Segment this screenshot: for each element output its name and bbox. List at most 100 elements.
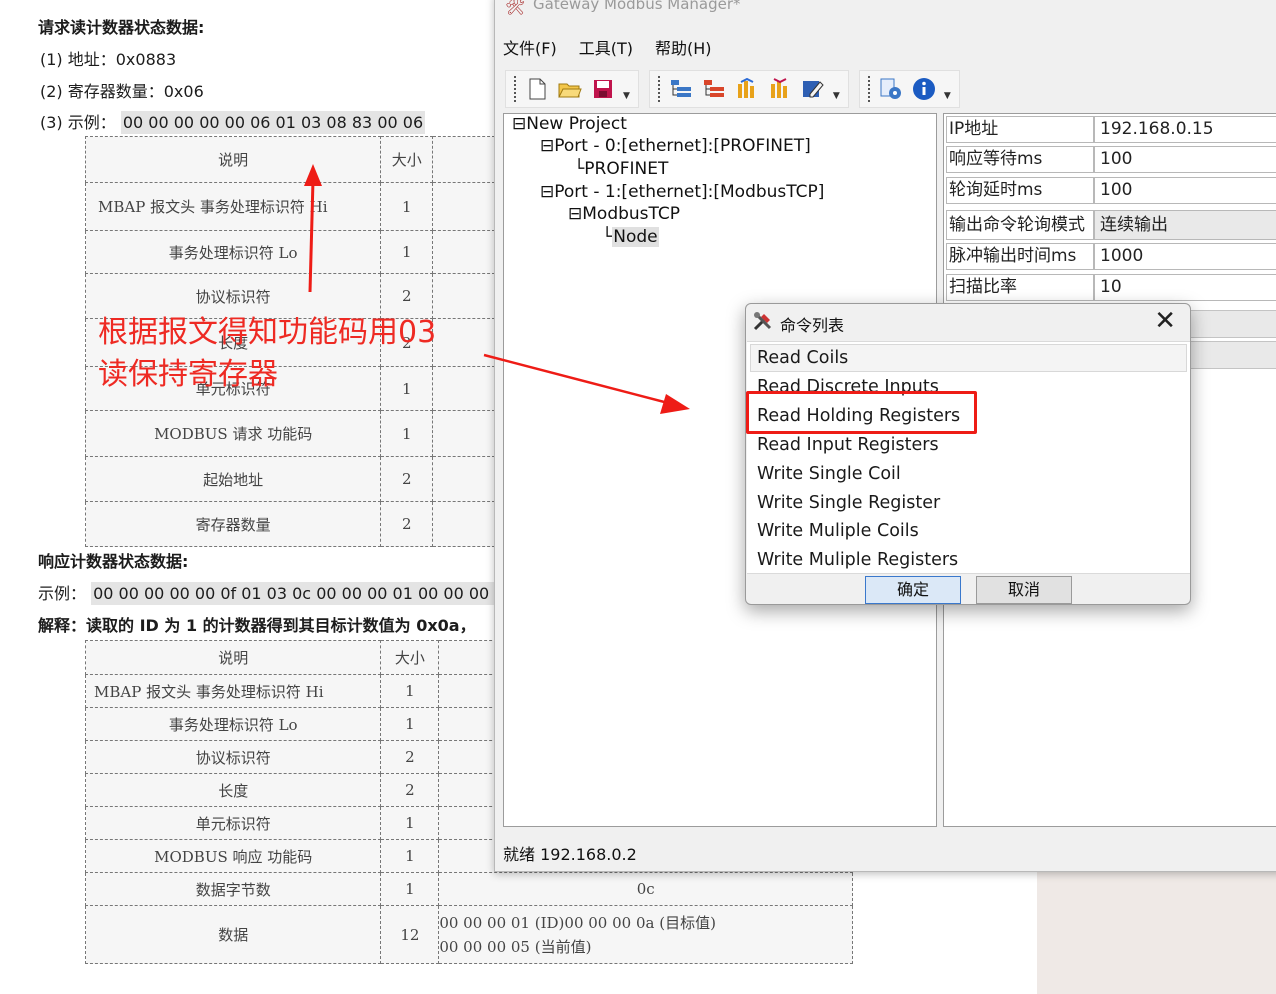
tree-collapse-icon[interactable]: ⊟ (512, 114, 526, 134)
toolbar-grip[interactable] (514, 76, 517, 102)
dialog-title: 命令列表 (780, 316, 845, 335)
new-file-icon[interactable] (524, 76, 550, 102)
toolbar-dropdown-icon[interactable]: ▼ (623, 91, 630, 101)
request-example-value: 00 00 00 00 00 06 01 03 08 83 00 06 (120, 111, 426, 134)
command-write-multiple-coils[interactable]: Write Muliple Coils (757, 521, 919, 541)
table-cell: 1 (380, 230, 434, 274)
info-icon[interactable] (911, 76, 937, 102)
table-cell: 单元标识符 (84, 806, 382, 840)
menu-help[interactable]: 帮助(H) (655, 35, 712, 63)
table-cell: 1 (380, 872, 440, 906)
settings-icon[interactable] (878, 76, 904, 102)
toolbar-grip[interactable] (657, 76, 661, 102)
table-cell: 数据字节数 (84, 872, 382, 906)
download-config-icon[interactable] (767, 76, 793, 102)
command-read-input-registers[interactable]: Read Input Registers (757, 435, 939, 455)
table-cell: 0c (438, 872, 853, 906)
add-node-icon[interactable] (668, 76, 694, 102)
cancel-button[interactable]: 取消 (976, 576, 1072, 604)
table-cell: 1 (380, 410, 434, 457)
tree-item-port-1[interactable]: ⊟Port - 1:[ethernet]:[ModbusTCP] (540, 182, 824, 202)
annotation-line-1: 根据报文得知功能码用03 (98, 315, 437, 350)
table-cell: 协议标识符 (84, 740, 382, 774)
command-write-single-register[interactable]: Write Single Register (757, 493, 940, 513)
request-address: (1) 地址：0x0883 (40, 50, 177, 69)
table-cell: 长度 (84, 773, 382, 807)
edit-icon[interactable] (800, 76, 826, 102)
table-cell: 1 (380, 707, 440, 741)
scan-ratio-field[interactable]: 10 (1094, 274, 1276, 301)
property-row[interactable]: IP地址 192.168.0.15 (946, 116, 1276, 143)
tree-collapse-icon[interactable]: ⊟ (540, 182, 554, 202)
toolbar-dropdown-icon[interactable]: ▼ (944, 91, 951, 101)
toolbar-grip[interactable] (867, 76, 871, 102)
table-row: 数据 12 00 00 00 01 (ID)00 00 00 0a (目标值) 00… (84, 905, 853, 964)
table-cell: MODBUS 响应 功能码 (84, 839, 382, 873)
tree-item-new-project[interactable]: ⊟New Project (512, 114, 627, 134)
command-write-multiple-registers[interactable]: Write Muliple Registers (757, 550, 958, 570)
menu-file[interactable]: 文件(F) (503, 35, 557, 63)
status-bar: 就绪 192.168.0.2 (503, 845, 637, 864)
annotation-line-2: 读保持寄存器 (98, 357, 278, 392)
close-icon[interactable]: ✕ (1154, 306, 1176, 336)
table-cell: 2 (380, 501, 434, 547)
command-write-single-coil[interactable]: Write Single Coil (757, 464, 901, 484)
delete-node-icon[interactable] (701, 76, 727, 102)
open-folder-icon[interactable] (557, 76, 583, 102)
request-example-label: (3) 示例： (40, 113, 116, 132)
tree-collapse-icon[interactable]: ⊟ (568, 204, 582, 224)
table-cell: 1 (380, 182, 434, 231)
tree-item-label: Port - 1:[ethernet]:[ModbusTCP] (554, 182, 825, 202)
toolbar-dropdown-icon[interactable]: ▼ (833, 91, 840, 101)
menu-tools[interactable]: 工具(T) (579, 35, 633, 63)
tree-branch-icon: └ (574, 159, 585, 179)
tree-item-label: ModbusTCP (582, 204, 681, 224)
table-header-cell (432, 136, 495, 183)
upload-config-icon[interactable] (734, 76, 760, 102)
table-cell: 起始地址 (84, 456, 382, 502)
property-key: IP地址 (946, 116, 1094, 143)
property-row[interactable]: 扫描比率 10 (946, 274, 1276, 301)
property-row[interactable]: 输出命令轮询模式 连续输出 (946, 210, 1276, 240)
command-read-coils[interactable]: Read Coils (757, 348, 848, 368)
tree-item-port-0[interactable]: ⊟Port - 0:[ethernet]:[PROFINET] (540, 136, 811, 156)
property-row[interactable]: 轮询延时ms 100 (946, 177, 1276, 204)
command-listbox: Read Coils Read Discrete Inputs Read Hol… (747, 341, 1190, 574)
table-cell: 1 (380, 806, 440, 840)
table-cell: MODBUS 请求 功能码 (84, 410, 382, 457)
table-cell: 事务处理标识符 Lo (84, 230, 382, 274)
pulse-output-time-field[interactable]: 1000 (1094, 243, 1276, 270)
response-explanation: 解释：读取的 ID 为 1 的计数器得到其目标计数值为 0x0a， (38, 616, 476, 635)
tree-item-label: PROFINET (584, 159, 669, 179)
window-title: Gateway Modbus Manager* (533, 0, 741, 13)
property-key: 脉冲输出时间ms (946, 243, 1094, 270)
table-cell: 1 (380, 839, 440, 873)
property-row[interactable]: 脉冲输出时间ms 1000 (946, 243, 1276, 270)
table-cell (432, 366, 495, 411)
request-heading: 请求读计数器状态数据: (38, 18, 205, 37)
table-row: 数据字节数 1 0c (84, 872, 853, 906)
table-cell: 2 (380, 740, 440, 774)
table-cell: 事务处理标识符 Lo (84, 707, 382, 741)
tree-item-modbustcp[interactable]: ⊟ModbusTCP (568, 204, 680, 224)
table-cell (432, 182, 495, 231)
menu-bar: 文件(F) 工具(T) 帮助(H) (503, 35, 712, 63)
toolbar-help-group: ▼ (858, 70, 960, 108)
tree-collapse-icon[interactable]: ⊟ (540, 136, 554, 156)
table-row: MODBUS 请求 功能码 1 (84, 410, 495, 457)
ip-address-field[interactable]: 192.168.0.15 (1094, 116, 1276, 143)
table-row: 寄存器数量 2 (84, 501, 495, 547)
response-wait-field[interactable]: 100 (1094, 146, 1276, 173)
property-row[interactable]: 响应等待ms 100 (946, 146, 1276, 173)
save-icon[interactable] (590, 76, 616, 102)
tree-item-label: Port - 0:[ethernet]:[PROFINET] (554, 136, 811, 156)
tree-item-node[interactable]: └Node (602, 227, 659, 247)
property-key: 轮询延时ms (946, 177, 1094, 204)
output-poll-mode-select[interactable]: 连续输出 (1094, 210, 1276, 240)
table-cell: 2 (380, 773, 440, 807)
tree-item-label: Node (612, 227, 659, 247)
ok-button[interactable]: 确定 (865, 576, 961, 604)
tree-item-profinet[interactable]: └PROFINET (574, 159, 668, 179)
request-register-count: (2) 寄存器数量：0x06 (40, 82, 204, 101)
poll-delay-field[interactable]: 100 (1094, 177, 1276, 204)
